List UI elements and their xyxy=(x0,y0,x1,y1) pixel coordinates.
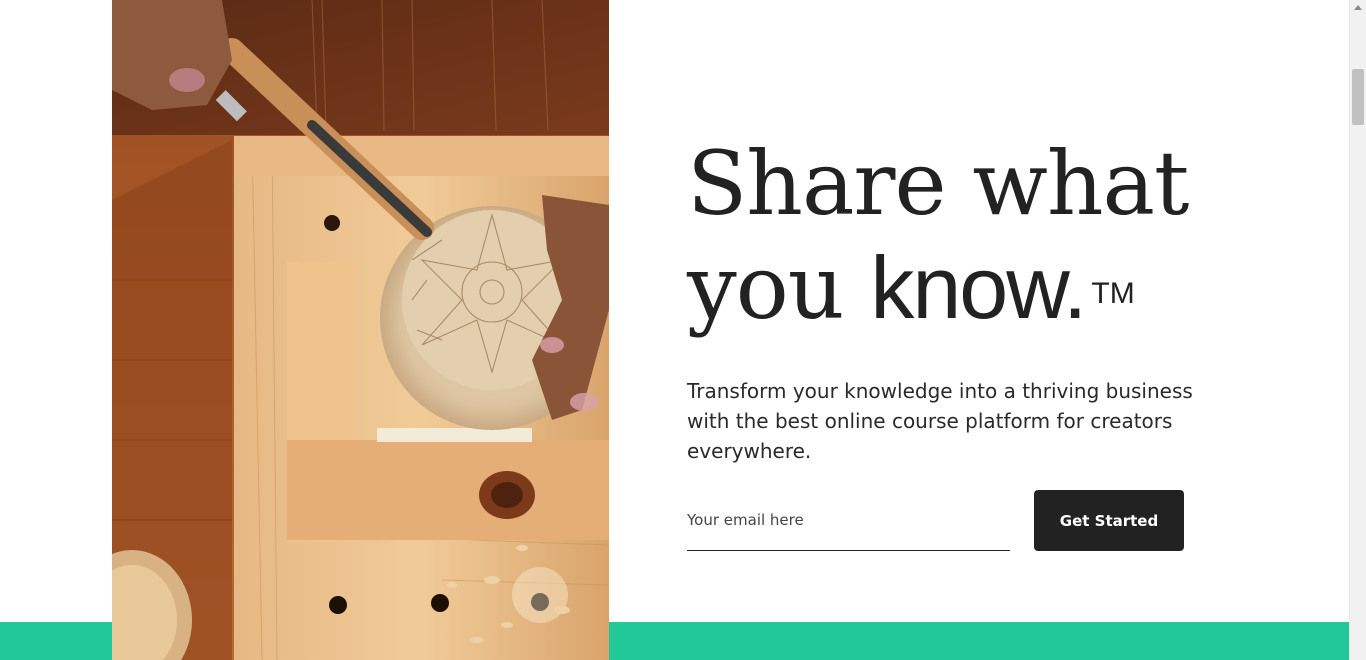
scrollbar-thumb[interactable] xyxy=(1352,69,1364,125)
email-input[interactable] xyxy=(687,500,1010,540)
trademark-mark: TM xyxy=(1091,277,1135,310)
email-field-wrapper xyxy=(687,500,1010,551)
headline-line-2: you know. TM xyxy=(687,236,1207,340)
hero-image xyxy=(112,0,609,660)
get-started-button[interactable]: Get Started xyxy=(1034,490,1184,551)
page-scrollbar[interactable] xyxy=(1349,0,1366,660)
headline-line-1: Share what xyxy=(687,132,1189,235)
headline-you: you xyxy=(687,236,871,339)
headline-know: know. xyxy=(870,238,1087,337)
hero-content: Share what you know. TM Transform your kn… xyxy=(687,0,1193,622)
hero-subtitle: Transform your knowledge into a thriving… xyxy=(687,379,1193,463)
scroll-up-arrow-icon[interactable] xyxy=(1354,5,1362,10)
landing-page: Share what you know. TM Transform your kn… xyxy=(0,0,1349,660)
hero-headline: Share what you know. TM xyxy=(687,132,1207,340)
